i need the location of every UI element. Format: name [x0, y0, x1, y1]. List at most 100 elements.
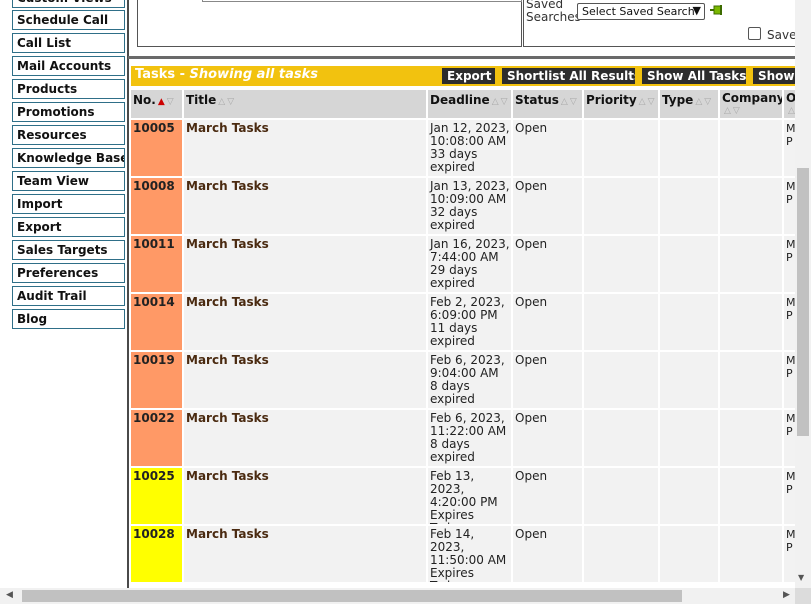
- column-label: Deadline: [430, 93, 490, 107]
- cell-company: [720, 178, 782, 234]
- deadline-date: Feb 14, 2023, 11:50:00 AM: [430, 527, 507, 567]
- sidebar-item-blog[interactable]: Blog: [12, 309, 125, 329]
- cell-type: [660, 410, 718, 466]
- horizontal-scroll-thumb[interactable]: [22, 590, 682, 602]
- cell-no[interactable]: 10025: [131, 468, 182, 524]
- sort-desc-icon[interactable]: ▽: [648, 97, 655, 107]
- sidebar-item-mail-accounts[interactable]: Mail Accounts: [12, 56, 125, 76]
- save-search-checkbox[interactable]: [748, 27, 761, 40]
- column-header-o[interactable]: O △: [784, 90, 795, 118]
- sidebar-nav: Custom Views Schedule Call Call List Mai…: [0, 0, 128, 588]
- deadline-date: Feb 2, 2023, 6:09:00 PM: [430, 295, 505, 322]
- cell-title[interactable]: March Tasks: [184, 468, 426, 524]
- cell-title[interactable]: March Tasks: [184, 120, 426, 176]
- column-label: Priority: [586, 93, 637, 107]
- vertical-scroll-thumb[interactable]: [797, 168, 809, 436]
- saved-search-select-value: Select Saved Search: [582, 5, 695, 18]
- sidebar-item-sales-targets[interactable]: Sales Targets: [12, 240, 125, 260]
- cell-company: [720, 468, 782, 524]
- sidebar-item-resources[interactable]: Resources: [12, 125, 125, 145]
- column-label: Type: [662, 93, 694, 107]
- deadline-note: 32 days expired: [430, 205, 478, 232]
- deadline-note: 8 days expired: [430, 379, 475, 406]
- cell-no[interactable]: 10005: [131, 120, 182, 176]
- tasks-heading: Tasks - Showing all tasks: [135, 67, 318, 82]
- cell-no[interactable]: 10028: [131, 526, 182, 582]
- tasks-heading-label: Tasks: [135, 67, 176, 82]
- column-header-deadline[interactable]: Deadline △ ▽: [428, 90, 511, 118]
- sort-desc-icon[interactable]: ▽: [704, 97, 711, 107]
- sidebar-item-preferences[interactable]: Preferences: [12, 263, 125, 283]
- cell-title[interactable]: March Tasks: [184, 410, 426, 466]
- cell-o: M P: [784, 352, 795, 408]
- cell-deadline: Feb 13, 2023, 4:20:00 PMExpires Today: [428, 468, 511, 524]
- sidebar-item-import[interactable]: Import: [12, 194, 125, 214]
- sort-asc-icon[interactable]: △: [695, 97, 702, 107]
- cell-no[interactable]: 10019: [131, 352, 182, 408]
- sidebar-item-export[interactable]: Export: [12, 217, 125, 237]
- search-input[interactable]: [202, 0, 522, 2]
- cell-type: [660, 468, 718, 524]
- cell-title[interactable]: March Tasks: [184, 294, 426, 350]
- sort-desc-icon[interactable]: ▽: [167, 97, 174, 107]
- sort-desc-icon[interactable]: ▽: [227, 97, 234, 107]
- cell-status: Open: [513, 178, 582, 234]
- pin-icon[interactable]: [709, 3, 725, 17]
- sort-desc-icon[interactable]: ▽: [733, 106, 740, 116]
- sidebar-item-audit-trail[interactable]: Audit Trail: [12, 286, 125, 306]
- column-header-type[interactable]: Type △ ▽: [660, 90, 718, 118]
- saved-label-line2: Searches: [526, 10, 581, 24]
- tasks-toolbar: Tasks - Showing all tasks Export Shortli…: [131, 66, 795, 86]
- cell-title[interactable]: March Tasks: [184, 178, 426, 234]
- cell-title[interactable]: March Tasks: [184, 526, 426, 582]
- saved-search-select[interactable]: Select Saved Search ▼: [577, 3, 705, 20]
- sidebar-item-schedule-call[interactable]: Schedule Call: [12, 10, 125, 30]
- sort-asc-icon[interactable]: △: [218, 97, 225, 107]
- scroll-left-icon[interactable]: ◀: [6, 590, 13, 600]
- cell-deadline: Feb 6, 2023, 11:22:00 AM 8 days expired: [428, 410, 511, 466]
- cell-company: [720, 410, 782, 466]
- cell-type: [660, 120, 718, 176]
- cell-o: M P: [784, 178, 795, 234]
- scroll-right-icon[interactable]: ▶: [783, 590, 790, 600]
- cell-no[interactable]: 10022: [131, 410, 182, 466]
- sidebar-item-promotions[interactable]: Promotions: [12, 102, 125, 122]
- cell-company: [720, 526, 782, 582]
- sort-asc-icon[interactable]: △: [492, 97, 499, 107]
- column-header-status[interactable]: Status △ ▽: [513, 90, 582, 118]
- cell-no[interactable]: 10014: [131, 294, 182, 350]
- export-button[interactable]: Export: [442, 68, 495, 84]
- sort-asc-icon[interactable]: △: [724, 106, 731, 116]
- show-all-tasks-button[interactable]: Show All Tasks: [642, 68, 746, 84]
- sort-asc-icon[interactable]: ▲: [158, 97, 165, 107]
- shortlist-all-button[interactable]: Shortlist All Results: [502, 68, 635, 84]
- cell-no[interactable]: 10008: [131, 178, 182, 234]
- sidebar-divider: [127, 0, 129, 588]
- column-header-priority[interactable]: Priority △ ▽: [584, 90, 658, 118]
- sort-asc-icon[interactable]: △: [639, 97, 646, 107]
- column-header-title[interactable]: Title △ ▽: [184, 90, 426, 118]
- sort-asc-icon[interactable]: △: [788, 106, 795, 116]
- sidebar-item-team-view[interactable]: Team View: [12, 171, 125, 191]
- column-header-no[interactable]: No. ▲ ▽: [131, 90, 182, 118]
- sidebar-item-products[interactable]: Products: [12, 79, 125, 99]
- sidebar-item-call-list[interactable]: Call List: [12, 33, 125, 53]
- cell-title[interactable]: March Tasks: [184, 352, 426, 408]
- column-header-company[interactable]: Company △ ▽: [720, 90, 782, 118]
- cell-priority: [584, 178, 658, 234]
- deadline-note: Expires Today: [430, 508, 474, 525]
- show-button[interactable]: Show: [753, 68, 795, 84]
- sort-asc-icon[interactable]: △: [561, 97, 568, 107]
- scroll-down-icon[interactable]: ▼: [798, 573, 804, 582]
- sort-desc-icon[interactable]: ▽: [501, 97, 508, 107]
- column-label: O: [786, 91, 795, 105]
- cell-title[interactable]: March Tasks: [184, 236, 426, 292]
- sort-desc-icon[interactable]: ▽: [570, 97, 577, 107]
- cell-deadline: Feb 6, 2023, 9:04:00 AM 8 days expired: [428, 352, 511, 408]
- sidebar-item-custom-views[interactable]: Custom Views: [12, 0, 125, 8]
- cell-o: M P: [784, 526, 795, 582]
- sidebar-item-knowledge-base[interactable]: Knowledge Base: [12, 148, 125, 168]
- cell-company: [720, 120, 782, 176]
- cell-no[interactable]: 10011: [131, 236, 182, 292]
- header-divider: [128, 56, 795, 59]
